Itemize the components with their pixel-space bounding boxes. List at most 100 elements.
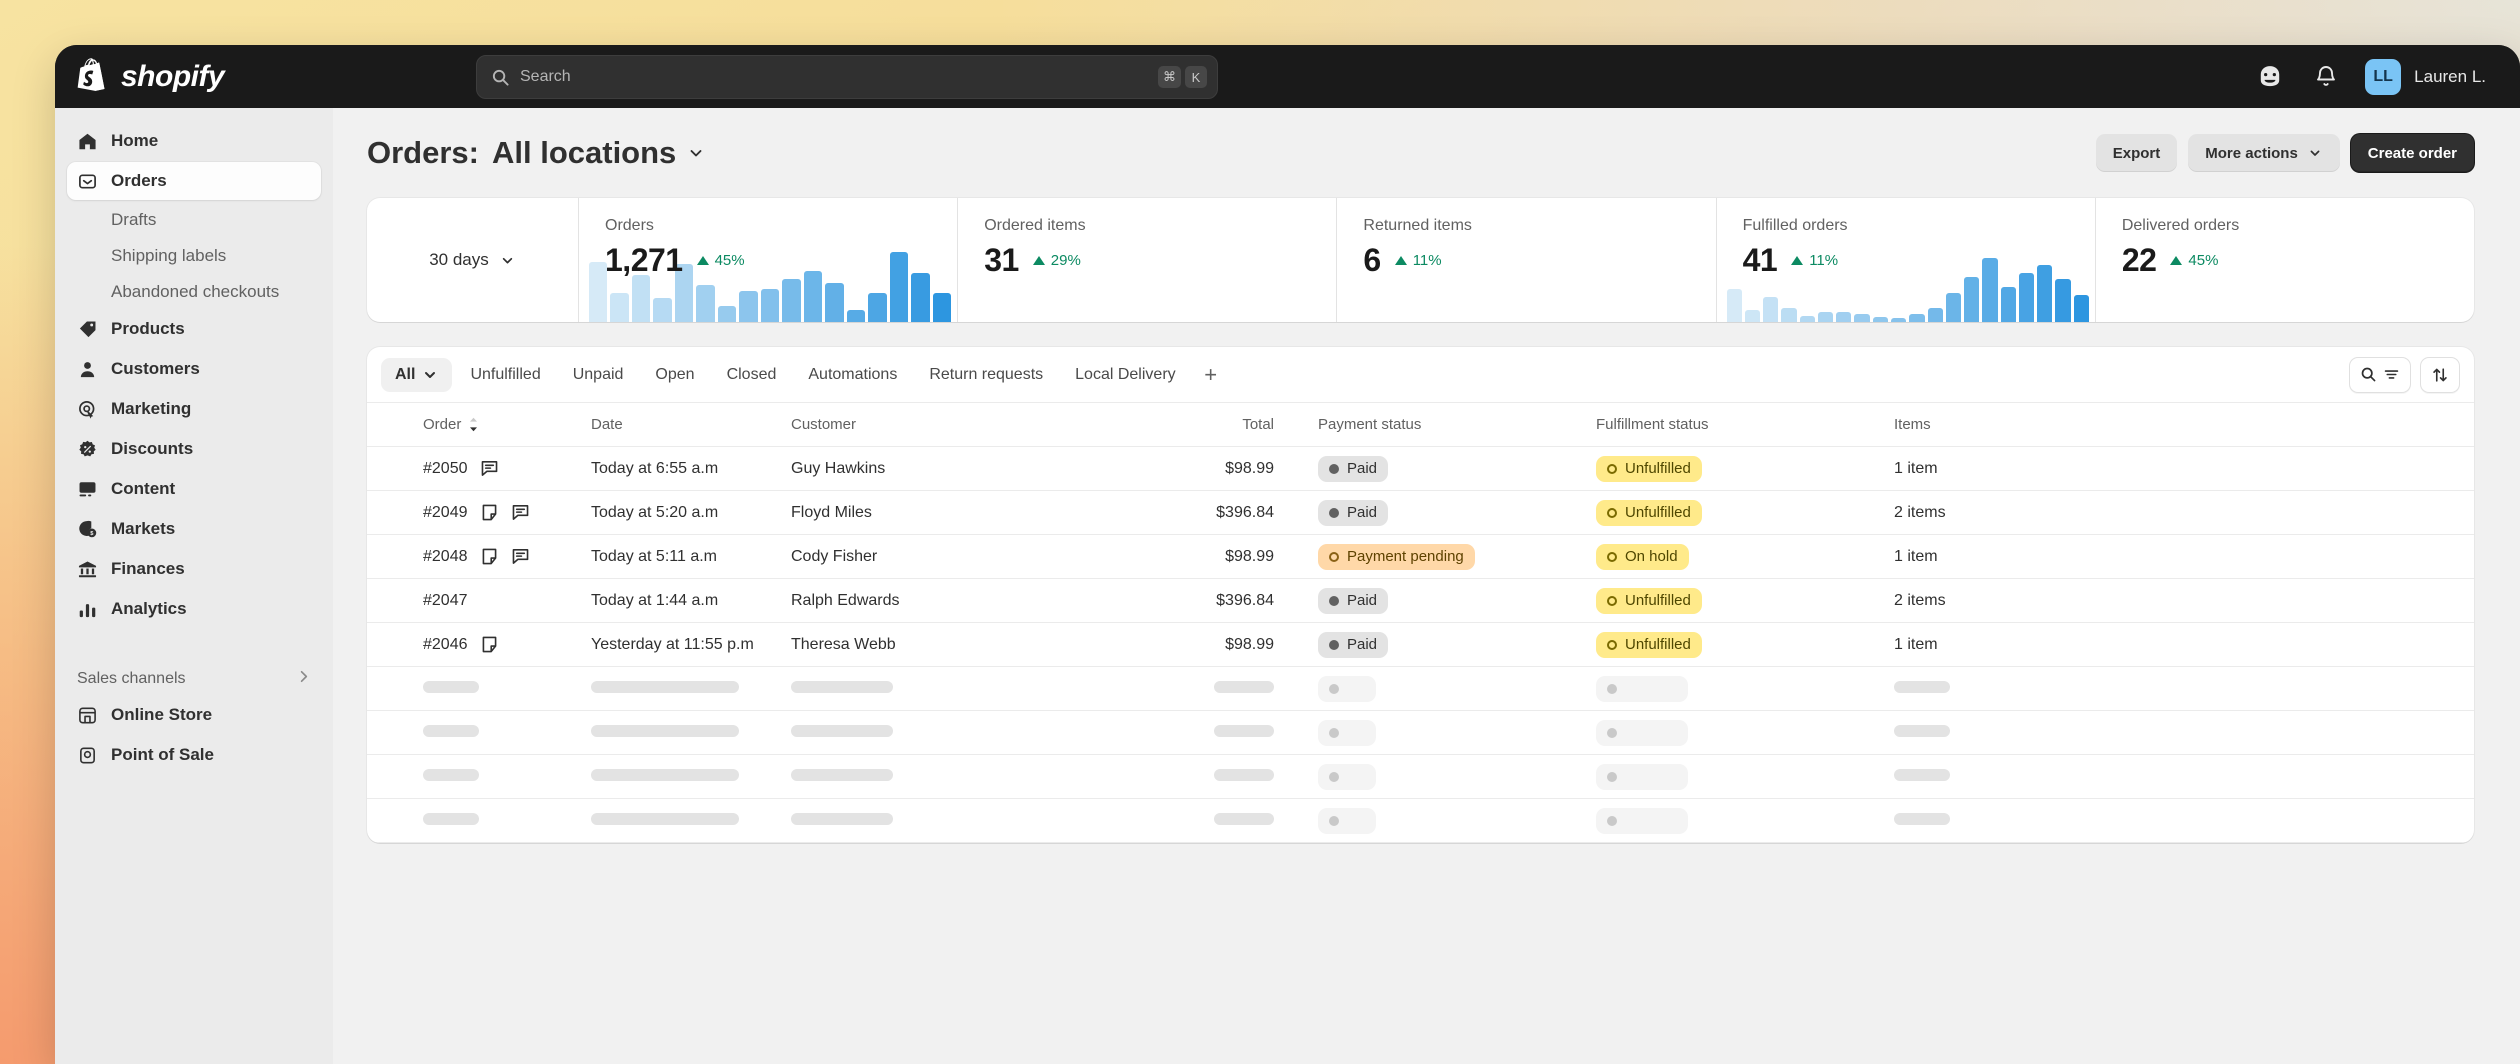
- skeleton-dot: [1607, 683, 1617, 694]
- trend-up-icon: [2170, 256, 2183, 265]
- sidebar-item-orders[interactable]: Orders: [67, 162, 321, 200]
- tab-unfulfilled[interactable]: Unfulfilled: [456, 358, 554, 392]
- date-cell: Today at 5:20 a.m: [591, 490, 791, 535]
- sidebar-item-content[interactable]: Content: [67, 470, 321, 508]
- column-header-order[interactable]: Order: [423, 403, 591, 447]
- skeleton-bar: [1894, 768, 1950, 781]
- metric-card-orders[interactable]: Orders 1,271 45%: [579, 198, 959, 322]
- table-row[interactable]: #2046 Yesterday at 11:55 p.m Theresa Webb $…: [367, 622, 2474, 667]
- sidebar-item-discounts[interactable]: Discounts: [67, 430, 321, 468]
- tab-local-delivery[interactable]: Local Delivery: [1061, 358, 1189, 392]
- sidebar-item-shipping-labels[interactable]: Shipping labels: [67, 238, 321, 274]
- skeleton-bar: [591, 724, 739, 737]
- column-header-total[interactable]: Total: [1066, 403, 1318, 447]
- sparkline-bar: [1854, 314, 1870, 322]
- row-select-cell: [367, 622, 423, 667]
- export-button[interactable]: Export: [2095, 134, 2178, 172]
- sparkline-bar: [739, 290, 758, 322]
- search-and-filter-button[interactable]: [2349, 356, 2411, 393]
- row-select-cell: [367, 534, 423, 579]
- tab-closed[interactable]: Closed: [713, 358, 791, 392]
- skeleton-badge: [1318, 807, 1376, 834]
- tag-icon: [77, 320, 98, 339]
- metric-value: 31: [984, 242, 1019, 278]
- table-row[interactable]: #2048 Today at 5:11 a.m Cody Fisher $98.99 P…: [367, 534, 2474, 579]
- shopify-inbox-icon[interactable]: [2253, 60, 2287, 94]
- table-row[interactable]: #2050 Today at 6:55 a.m Guy Hawkins $98.99 P…: [367, 446, 2474, 491]
- date-range-label: 30 days: [429, 250, 489, 269]
- sparkline-bar: [760, 288, 780, 322]
- user-name: Lauren L.: [2414, 66, 2486, 86]
- status-badge: Unfulfilled: [1596, 455, 1702, 482]
- metric-label: Delivered orders: [2121, 217, 2240, 234]
- user-menu[interactable]: LL Lauren L.: [2365, 58, 2486, 95]
- add-tab-button[interactable]: +: [1194, 358, 1228, 392]
- topbar-right: LL Lauren L.: [2253, 58, 2486, 95]
- sidebar-item-marketing[interactable]: Marketing: [67, 390, 321, 428]
- sidebar-item-point-of-sale[interactable]: Point of Sale: [67, 736, 321, 774]
- skeleton-badge: [1318, 763, 1376, 790]
- metric-card-returned-items[interactable]: Returned items 6 11%: [1337, 198, 1717, 322]
- items-cell: [1894, 666, 2474, 711]
- column-header-customer[interactable]: Customer: [791, 403, 1066, 447]
- tab-all[interactable]: All: [381, 357, 453, 392]
- filter-tabs: All Unfulfilled Unpaid Open Closed Automation…: [367, 347, 2474, 403]
- customer-cell: Cody Fisher: [791, 534, 1066, 579]
- sidebar-item-home[interactable]: Home: [67, 122, 321, 160]
- table-row[interactable]: #2049 Today at 5:20 a.m Floyd Miles $396.84…: [367, 490, 2474, 535]
- column-header-items[interactable]: Items: [1894, 403, 2474, 447]
- date-range-selector[interactable]: 30 days: [367, 198, 579, 322]
- fulfillment-status-cell: Unfulfilled: [1596, 446, 1894, 491]
- search-input[interactable]: Search ⌘ K: [476, 55, 1218, 99]
- sidebar-item-abandoned-checkouts[interactable]: Abandoned checkouts: [67, 274, 321, 310]
- sidebar-item-markets[interactable]: $ Markets: [67, 510, 321, 548]
- fulfillment-status-cell: [1596, 666, 1894, 711]
- more-actions-button[interactable]: More actions: [2188, 134, 2340, 172]
- sidebar-item-online-store[interactable]: Online Store: [67, 696, 321, 734]
- table-row-skeleton: [367, 666, 2474, 711]
- tab-return-requests[interactable]: Return requests: [915, 358, 1057, 392]
- sidebar-item-label: Shipping labels: [111, 246, 227, 265]
- sort-button[interactable]: [2420, 356, 2460, 393]
- status-dot-icon: [1607, 596, 1617, 606]
- column-header-payment[interactable]: Payment status: [1318, 403, 1596, 447]
- page-header: Orders: All locations Export More action…: [367, 134, 2474, 172]
- metric-card-delivered-orders[interactable]: Delivered orders 22 45%: [2096, 198, 2474, 322]
- sidebar-item-drafts[interactable]: Drafts: [67, 202, 321, 238]
- total-cell: $396.84: [1066, 490, 1318, 535]
- tab-automations[interactable]: Automations: [794, 358, 911, 392]
- metric-label: Fulfilled orders: [1742, 217, 1848, 234]
- bell-icon[interactable]: [2309, 60, 2343, 94]
- row-select-cell: [367, 754, 423, 799]
- column-header-date[interactable]: Date: [591, 403, 791, 447]
- tab-unpaid[interactable]: Unpaid: [559, 358, 638, 392]
- sparkline-bar: [1945, 292, 1962, 322]
- tab-label: Unpaid: [572, 365, 624, 383]
- row-select-cell: [367, 798, 423, 843]
- sidebar-item-finances[interactable]: Finances: [67, 550, 321, 588]
- tab-open[interactable]: Open: [641, 358, 708, 392]
- sidebar-item-customers[interactable]: Customers: [67, 350, 321, 388]
- payment-status-cell: Paid: [1318, 446, 1596, 491]
- table-row[interactable]: #2047 Today at 1:44 a.m Ralph Edwards $396.…: [367, 578, 2474, 623]
- create-order-button[interactable]: Create order: [2350, 134, 2474, 172]
- metric-card-ordered-items[interactable]: Ordered items 31 29%: [958, 198, 1338, 322]
- skeleton-badge: [1596, 719, 1688, 746]
- table-row-skeleton: [367, 710, 2474, 755]
- sparkline-bar: [1836, 312, 1852, 322]
- status-badge: On hold: [1596, 543, 1689, 570]
- row-select-cell: [367, 710, 423, 755]
- search-icon: [2361, 367, 2376, 381]
- skeleton-badge: [1596, 763, 1688, 790]
- metric-card-fulfilled-orders[interactable]: Fulfilled orders 41 11%: [1717, 198, 2096, 322]
- column-header-fulfillment[interactable]: Fulfillment status: [1596, 403, 1894, 447]
- sidebar-section-sales-channels[interactable]: Sales channels: [67, 662, 321, 696]
- location-selector[interactable]: All locations: [492, 135, 706, 171]
- skeleton-badge: [1318, 719, 1376, 746]
- sidebar-item-analytics[interactable]: Analytics: [67, 590, 321, 628]
- status-badge: Paid: [1318, 631, 1389, 658]
- shopify-logo[interactable]: shopify: [77, 57, 225, 96]
- sidebar-item-products[interactable]: Products: [67, 310, 321, 348]
- location-label: All locations: [491, 135, 677, 170]
- skeleton-bar: [591, 812, 739, 825]
